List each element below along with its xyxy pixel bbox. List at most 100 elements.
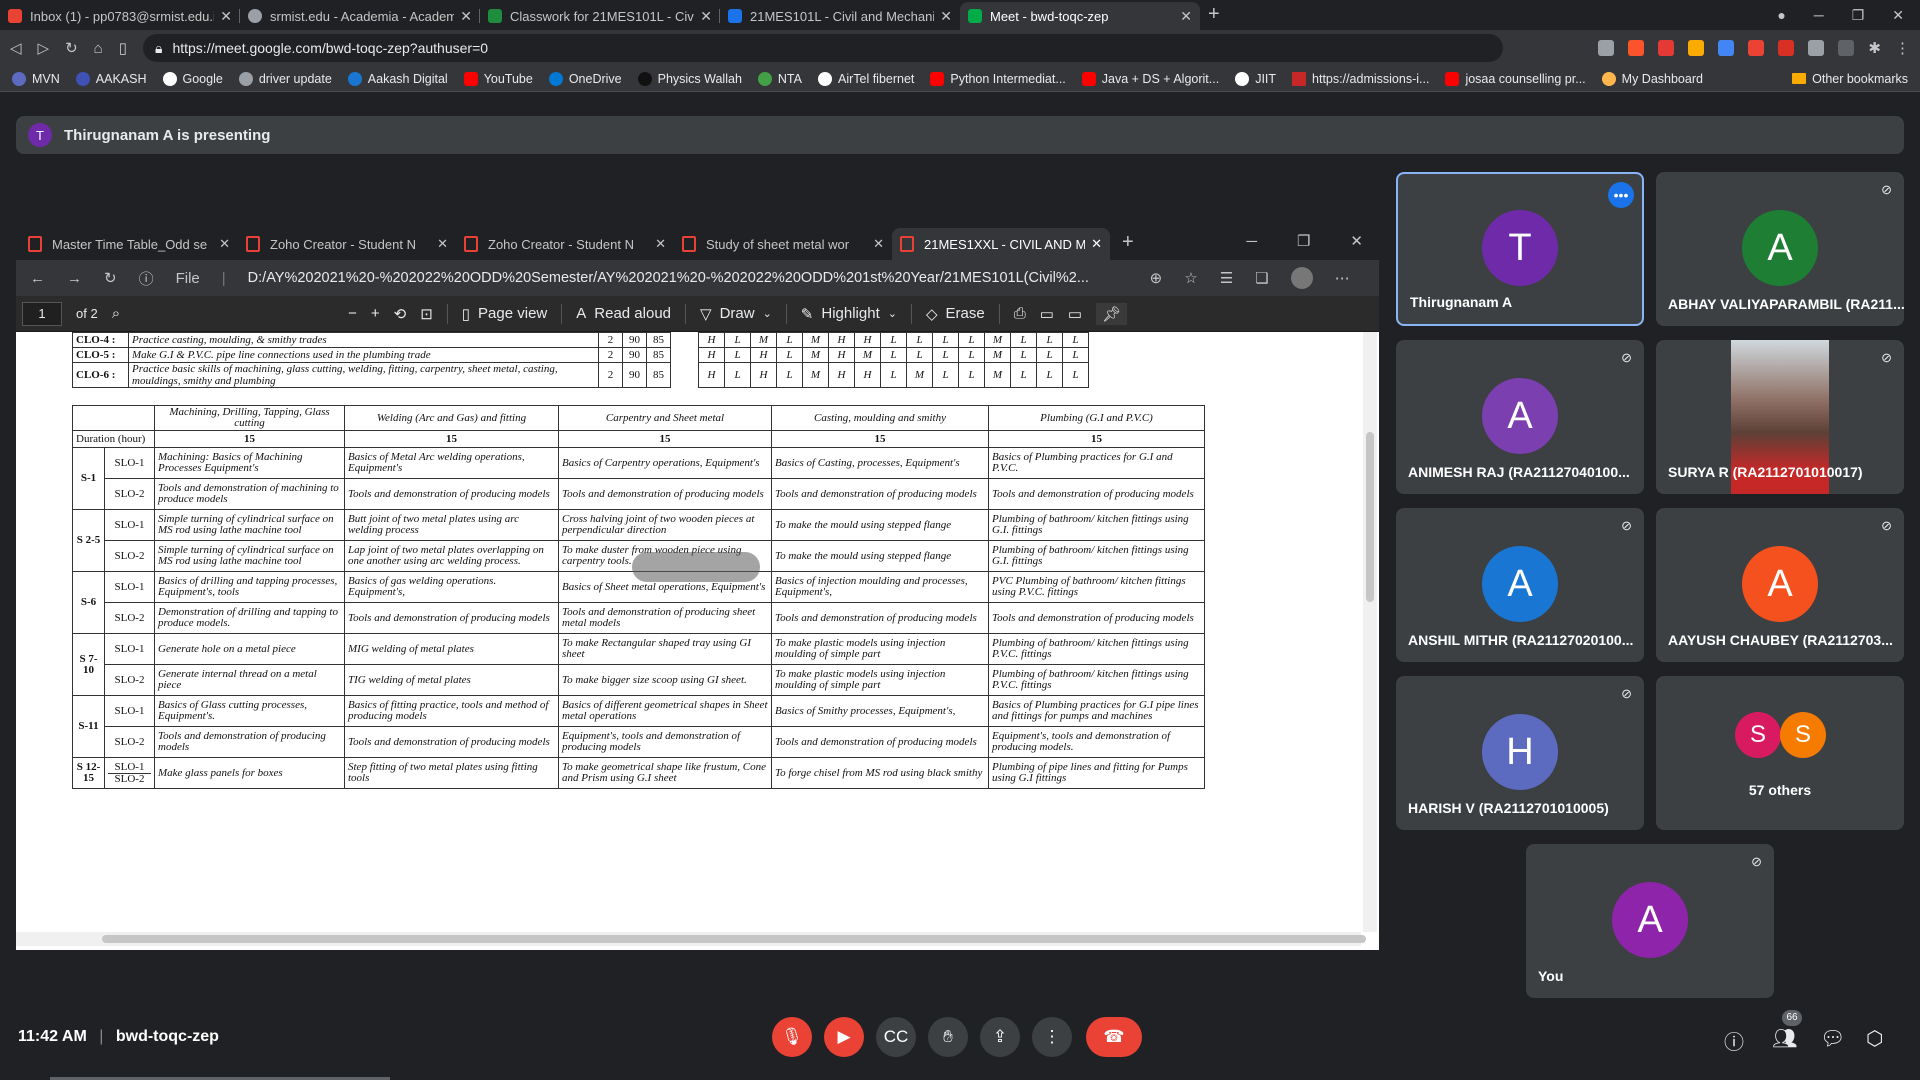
- save-icon: ▭: [1039, 305, 1054, 323]
- browser-tab-academia[interactable]: srmist.edu - Academia - Academic We ✕: [240, 2, 480, 30]
- extension-icon[interactable]: [1748, 40, 1765, 56]
- participant-tile[interactable]: ⊘ SURYA R (RA2112701010017): [1656, 340, 1904, 494]
- participant-tile[interactable]: A ⊘ ANSHIL MITHR (RA21127020100...: [1396, 508, 1644, 662]
- pdf-icon: [900, 236, 914, 252]
- profile-menu-icon[interactable]: ●: [1777, 7, 1785, 23]
- bookmark-item[interactable]: AirTel fibernet: [817, 71, 914, 86]
- syllabus-table: Machining, Drilling, Tapping, Glass cutt…: [72, 405, 1205, 789]
- extension-icon[interactable]: [1838, 40, 1855, 56]
- table-row: SLO-2 Tools and demonstration of machinin…: [73, 478, 1205, 510]
- bookmark-item[interactable]: YouTube: [463, 71, 533, 86]
- puzzle-icon[interactable]: ✱: [1868, 39, 1881, 57]
- back-icon[interactable]: ◁: [10, 39, 22, 57]
- bookmark-item[interactable]: My Dashboard: [1601, 71, 1703, 86]
- clo-mark: L: [1036, 362, 1063, 388]
- rotate-icon: ⟲: [393, 305, 407, 323]
- brave-shield-icon[interactable]: [1628, 40, 1645, 56]
- activities-icon[interactable]: ⬡: [1866, 1026, 1883, 1051]
- people-icon[interactable]: 👥︎: [1772, 1026, 1797, 1051]
- slo-label: SLO-1 SLO-2: [104, 757, 155, 789]
- bookmark-item[interactable]: AAKASH: [75, 71, 147, 86]
- other-bookmarks[interactable]: Other bookmarks: [1792, 72, 1908, 86]
- close-tab-icon[interactable]: ✕: [220, 8, 232, 25]
- participant-tile[interactable]: A ⊘ AAYUSH CHAUBEY (RA2112703...: [1656, 508, 1904, 662]
- session-label: S-6: [72, 571, 105, 634]
- pdf-page: CLO-4 : Practice casting, moulding, & smi…: [16, 332, 1361, 922]
- close-tab-icon[interactable]: ✕: [940, 8, 952, 25]
- minimize-button[interactable]: ─: [1814, 7, 1824, 23]
- bookmark-item[interactable]: Physics Wallah: [637, 71, 742, 86]
- bookmarks-bar: MVN AAKASH Google driver update Aakash D…: [0, 66, 1920, 92]
- extension-icon[interactable]: [1778, 40, 1795, 56]
- close-window-button[interactable]: ✕: [1892, 7, 1904, 24]
- column-header: Machining, Drilling, Tapping, Glass cutt…: [154, 405, 345, 431]
- others-tile[interactable]: S S 57 others: [1656, 676, 1904, 830]
- mic-off-icon: ⊘: [1621, 518, 1632, 533]
- extension-icon[interactable]: [1688, 40, 1705, 56]
- info-icon[interactable]: ⓘ: [1724, 1026, 1744, 1055]
- read-aloud-button: A Read aloud: [576, 305, 672, 322]
- extension-icon[interactable]: [1808, 40, 1825, 56]
- self-tile[interactable]: A ⊘ You: [1526, 844, 1774, 998]
- participant-tile[interactable]: A ⊘ ABHAY VALIYAPARAMBIL (RA211...: [1656, 172, 1904, 326]
- participant-tile[interactable]: A ⊘ ANIMESH RAJ (RA21127040100...: [1396, 340, 1644, 494]
- browser-tab-course[interactable]: 21MES101L - Civil and Mechanical Eng ✕: [720, 2, 960, 30]
- present-button[interactable]: ⇪: [980, 1017, 1020, 1057]
- close-tab-icon[interactable]: ✕: [1180, 8, 1192, 25]
- restore-button[interactable]: ❐: [1852, 7, 1865, 24]
- clo-mark: M: [802, 347, 829, 363]
- browser-tab-meet[interactable]: Meet - bwd-toqc-zep ✕: [960, 2, 1200, 30]
- bookmark-item[interactable]: JIIT: [1235, 71, 1276, 86]
- menu-icon[interactable]: ⋮: [1895, 39, 1910, 57]
- fit-icon: ⊡: [420, 305, 433, 323]
- bookmark-item[interactable]: https://admissions-i...: [1292, 71, 1429, 86]
- bookmark-item[interactable]: josaa counselling pr...: [1445, 71, 1586, 86]
- home-icon[interactable]: ⌂: [94, 40, 103, 57]
- close-tab-icon[interactable]: ✕: [700, 8, 712, 25]
- raise-hand-button[interactable]: ✋︎: [928, 1017, 968, 1057]
- pdf-icon: [246, 236, 260, 252]
- bookmark-item[interactable]: OneDrive: [548, 71, 622, 86]
- bookmark-item[interactable]: driver update: [238, 71, 332, 86]
- table-cell: PVC Plumbing of bathroom/ kitchen fittin…: [988, 571, 1205, 603]
- clo-mark: L: [958, 332, 985, 348]
- bookmark-item[interactable]: Java + DS + Algorit...: [1081, 71, 1219, 86]
- bookmark-icon[interactable]: ▯: [119, 39, 127, 57]
- bookmark-item[interactable]: Google: [162, 71, 223, 86]
- participant-tile[interactable]: T ••• Thirugnanam A: [1396, 172, 1644, 326]
- more-options-button[interactable]: ⋮: [1032, 1017, 1072, 1057]
- participant-tile[interactable]: H ⊘ HARISH V (RA2112701010005): [1396, 676, 1644, 830]
- more-options-icon[interactable]: •••: [1608, 182, 1634, 208]
- table-cell: Basics of different geometrical shapes i…: [558, 695, 772, 727]
- table-cell: Generate internal thread on a metal piec…: [154, 664, 345, 696]
- address-bar[interactable]: 🔒︎ https://meet.google.com/bwd-toqc-zep?…: [143, 34, 1503, 62]
- forward-icon[interactable]: ▷: [38, 39, 50, 57]
- shared-tab: Study of sheet metal wor ✕: [674, 228, 892, 260]
- captions-button[interactable]: CC: [876, 1017, 916, 1057]
- chat-icon[interactable]: 💬︎: [1820, 1026, 1845, 1051]
- header-blank: [72, 405, 155, 431]
- table-cell: Simple turning of cylindrical surface on…: [154, 540, 345, 572]
- bookmark-item[interactable]: Aakash Digital: [347, 71, 448, 86]
- table-cell: Basics of injection moulding and process…: [771, 571, 989, 603]
- bookmark-item[interactable]: MVN: [12, 71, 60, 86]
- leave-call-button[interactable]: ☎︎: [1086, 1017, 1142, 1057]
- clo-mark: M: [750, 332, 777, 348]
- extension-icon[interactable]: [1718, 40, 1735, 56]
- camera-icon[interactable]: [1598, 40, 1615, 56]
- pdf-nav-overlay: [632, 552, 760, 582]
- mic-toggle-button[interactable]: 🎙︎: [772, 1017, 812, 1057]
- bookmark-item[interactable]: Python Intermediat...: [930, 71, 1066, 86]
- alert-icon[interactable]: [1658, 40, 1675, 56]
- new-tab-button[interactable]: +: [1208, 3, 1220, 26]
- camera-toggle-button[interactable]: ▶︎: [824, 1017, 864, 1057]
- browser-tab-classroom[interactable]: Classwork for 21MES101L - Civil and M ✕: [480, 2, 720, 30]
- others-count-label: 57 others: [1748, 782, 1812, 798]
- pdf-icon: [28, 236, 42, 252]
- close-tab-icon[interactable]: ✕: [460, 8, 472, 25]
- clo-mark: L: [1010, 347, 1037, 363]
- reload-icon[interactable]: ↻: [65, 39, 78, 57]
- bookmark-item[interactable]: NTA: [757, 71, 802, 86]
- browser-tab-gmail[interactable]: Inbox (1) - pp0783@srmist.edu.in - SR ✕: [0, 2, 240, 30]
- participant-name: Thirugnanam A: [1410, 294, 1513, 310]
